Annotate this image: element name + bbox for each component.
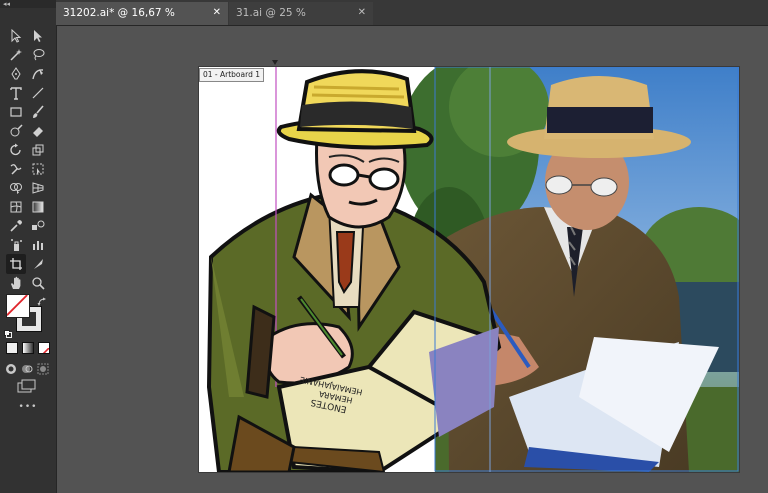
pen-tool-icon[interactable] [8, 66, 24, 82]
close-icon[interactable]: ✕ [213, 2, 221, 24]
screen-mode-icon[interactable] [17, 378, 37, 393]
warp-tool-icon[interactable] [8, 161, 24, 177]
shaper-tool-icon[interactable] [8, 123, 24, 139]
rectangle-tool-icon[interactable] [8, 104, 24, 120]
selection-tool-icon[interactable] [8, 28, 24, 44]
magic-wand-tool-icon[interactable] [8, 47, 24, 63]
artwork: ENOTES HEMARA HEMAIAJAHANIE [206, 67, 739, 472]
paintbrush-tool-icon[interactable] [30, 104, 46, 120]
close-icon[interactable]: ✕ [358, 2, 366, 24]
panel-collapse-button[interactable]: ◂◂ [0, 0, 56, 8]
eyedropper-tool-icon[interactable] [8, 218, 24, 234]
scale-tool-icon[interactable] [30, 142, 46, 158]
default-fill-stroke-icon[interactable] [4, 323, 12, 338]
artboard-label[interactable]: 01 - Artboard 1 [199, 68, 264, 82]
color-mode-button[interactable] [6, 342, 18, 354]
draw-inside-icon[interactable] [37, 360, 49, 375]
type-tool-icon[interactable] [8, 85, 24, 101]
gradient-tool-icon[interactable] [30, 199, 46, 215]
lasso-tool-icon[interactable] [30, 47, 46, 63]
slice-tool-icon[interactable] [30, 256, 46, 272]
eraser-tool-icon[interactable] [30, 123, 46, 139]
hand-tool-icon[interactable] [8, 275, 24, 291]
fill-swatch[interactable] [6, 294, 30, 318]
perspective-grid-tool-icon[interactable] [30, 180, 46, 196]
document-tab-bar: 31202.ai* @ 16,67 % (RGB/Preview) ✕ 31.a… [56, 0, 768, 41]
artboard[interactable]: ENOTES HEMARA HEMAIAJAHANIE [199, 67, 739, 472]
direct-selection-tool-icon[interactable] [30, 28, 46, 44]
document-tab-31[interactable]: 31.ai @ 25 % (RGB/Preview) ✕ [229, 2, 373, 41]
rotate-tool-icon[interactable] [8, 142, 24, 158]
draw-normal-icon[interactable] [5, 360, 17, 374]
guide-anchor-icon [272, 51, 278, 65]
free-transform-tool-icon[interactable] [30, 161, 46, 177]
draw-behind-icon[interactable] [21, 360, 33, 373]
shape-builder-tool-icon[interactable] [8, 180, 24, 196]
artboard-tool-icon[interactable] [6, 254, 26, 274]
line-segment-tool-icon[interactable] [30, 85, 46, 101]
gradient-mode-button[interactable] [22, 342, 34, 354]
symbol-sprayer-tool-icon[interactable] [8, 237, 24, 253]
document-tab-31202[interactable]: 31202.ai* @ 16,67 % (RGB/Preview) ✕ [56, 2, 228, 41]
tools-panel: ◂◂ ••• [0, 0, 57, 493]
curvature-tool-icon[interactable] [30, 66, 46, 82]
zoom-tool-icon[interactable] [30, 275, 46, 291]
mesh-tool-icon[interactable] [8, 199, 24, 215]
column-graph-tool-icon[interactable] [30, 237, 46, 253]
none-mode-button[interactable] [38, 342, 50, 354]
edit-toolbar-button[interactable]: ••• [0, 402, 56, 412]
blend-tool-icon[interactable] [30, 218, 46, 234]
swap-fill-stroke-icon[interactable] [37, 292, 47, 306]
